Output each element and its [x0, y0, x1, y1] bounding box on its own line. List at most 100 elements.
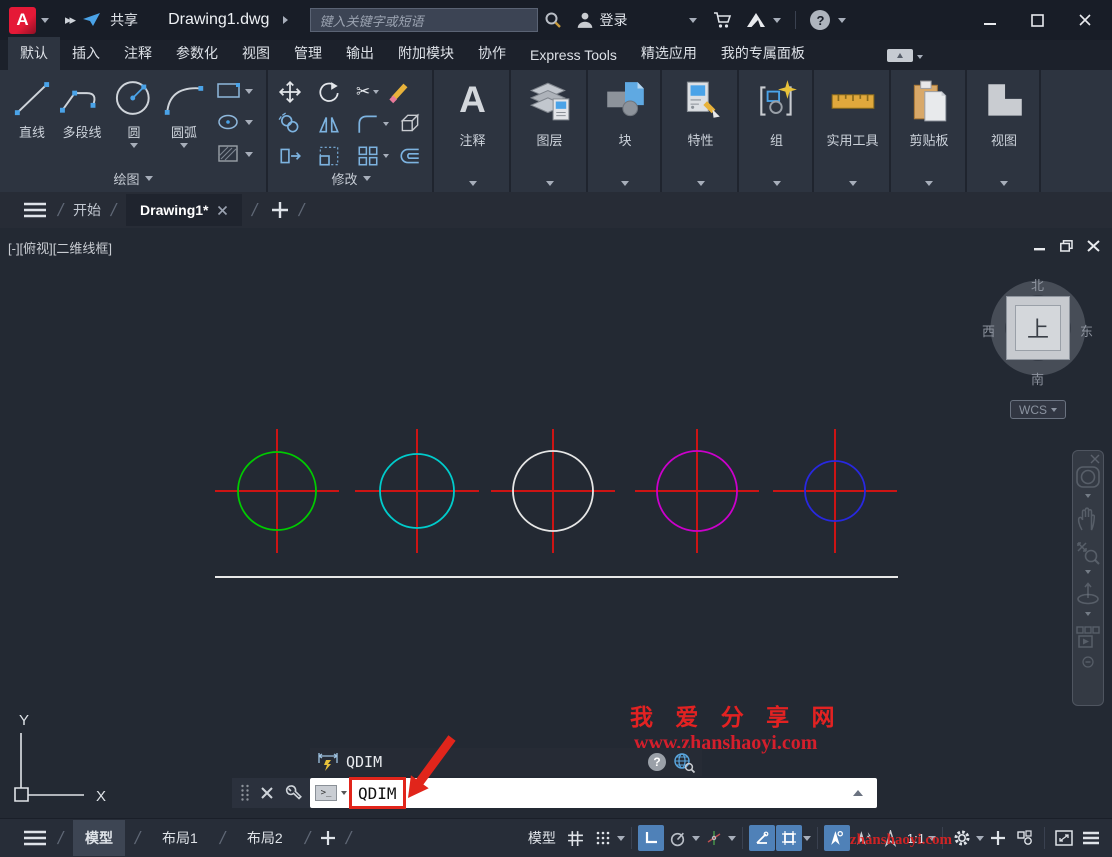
internet-search-icon[interactable] — [672, 751, 696, 773]
customize-wrench-icon[interactable] — [284, 784, 302, 802]
ellipse-button[interactable] — [216, 113, 253, 131]
tab-featured-apps[interactable]: 精选应用 — [629, 37, 709, 70]
line-button[interactable]: 直线 — [10, 76, 54, 141]
scale-button[interactable] — [317, 144, 341, 168]
offset-button[interactable] — [398, 144, 422, 168]
command-input-value[interactable]: QDIM — [352, 783, 403, 804]
tab-insert[interactable]: 插入 — [60, 37, 112, 70]
clean-screen-button[interactable] — [1051, 825, 1077, 851]
trim-dropdown-icon[interactable] — [373, 90, 380, 94]
viewcube-east[interactable]: 东 — [1080, 321, 1093, 340]
polar-tracking-button[interactable] — [665, 825, 691, 851]
tab-addins[interactable]: 附加模块 — [386, 37, 466, 70]
polar-dropdown-icon[interactable] — [691, 835, 700, 841]
fillet-dropdown-icon[interactable] — [383, 122, 389, 126]
fillet-button[interactable] — [356, 112, 380, 136]
tab-start[interactable]: 开始 — [73, 200, 101, 220]
share-plane-icon[interactable] — [82, 12, 102, 28]
file-tab-menu-icon[interactable] — [22, 201, 48, 219]
search-icon[interactable] — [544, 11, 562, 29]
object-snap-button[interactable] — [775, 825, 802, 851]
maximize-button[interactable] — [1031, 13, 1044, 27]
array-button[interactable] — [356, 144, 380, 168]
ribbon-collapse-button[interactable] — [886, 49, 913, 62]
zoom-dropdown-icon[interactable] — [1085, 570, 1091, 574]
tab-model[interactable]: 模型 — [73, 820, 126, 856]
help-button[interactable]: ? — [810, 10, 831, 30]
clipboard-dropdown-icon[interactable] — [925, 181, 933, 186]
command-suggestion-row[interactable]: QDIM ? — [310, 748, 702, 776]
erase-button[interactable] — [388, 80, 412, 104]
navwheel-dropdown-icon[interactable] — [1085, 494, 1091, 498]
panel-block[interactable]: 块 — [590, 70, 662, 192]
navigation-wheel-icon[interactable] — [1075, 464, 1101, 490]
grid-display-button[interactable] — [563, 825, 589, 851]
tab-parametric[interactable]: 参数化 — [164, 37, 230, 70]
zoom-icon[interactable] — [1075, 540, 1101, 566]
ortho-mode-button[interactable] — [637, 825, 664, 851]
arc-button[interactable]: 圆弧 — [160, 76, 208, 148]
customization-gear-button[interactable] — [949, 825, 975, 851]
ucs-icon[interactable] — [14, 733, 84, 802]
showmotion-icon[interactable] — [1075, 624, 1101, 650]
tab-close-icon[interactable] — [217, 205, 228, 216]
viewcube-south[interactable]: 南 — [1031, 369, 1044, 388]
tab-annotate[interactable]: 注释 — [112, 37, 164, 70]
orbit-dropdown-icon[interactable] — [1085, 612, 1091, 616]
autodesk-caret-icon[interactable] — [773, 17, 782, 23]
drawing-canvas[interactable]: [-][俯视][二维线框] YX 北 西 东 南 上 WCS 我 爱 分 享 网… — [0, 228, 1112, 818]
layers-dropdown-icon[interactable] — [545, 181, 554, 186]
autodesk-logo-icon[interactable] — [745, 11, 767, 29]
isodraft-button[interactable] — [701, 825, 727, 851]
app-store-cart-icon[interactable] — [713, 11, 733, 29]
panel-clipboard[interactable]: 剪贴板 — [893, 70, 967, 192]
commandline-grip[interactable] — [232, 778, 310, 808]
tab-layout2[interactable]: 布局2 — [235, 820, 295, 856]
app-menu-button[interactable]: A — [9, 6, 36, 34]
statusbar-menu-button[interactable] — [1078, 825, 1104, 851]
isodraft-dropdown-icon[interactable] — [727, 835, 736, 841]
command-history-expand-icon[interactable] — [853, 790, 863, 796]
circle-dropdown-icon[interactable] — [130, 143, 138, 148]
annotation-dropdown-icon[interactable] — [468, 181, 477, 186]
help-search-input[interactable]: 键入关键字或短语 — [310, 8, 539, 32]
panel-properties[interactable]: 特性 — [664, 70, 739, 192]
snap-mode-button[interactable] — [590, 825, 616, 851]
minimize-button[interactable] — [983, 14, 997, 26]
app-menu-caret-icon[interactable] — [41, 17, 49, 23]
recent-commands-caret-icon[interactable] — [341, 791, 347, 795]
model-space-button[interactable]: 模型 — [522, 825, 562, 851]
navbar-collapse-icon[interactable] — [1082, 656, 1094, 668]
properties-dropdown-icon[interactable] — [696, 181, 705, 186]
help-caret-icon[interactable] — [838, 17, 847, 23]
viewcube-top-face[interactable]: 上 — [1006, 296, 1070, 360]
new-tab-button[interactable] — [271, 201, 289, 219]
command-input-bar[interactable]: >_ QDIM — [310, 777, 877, 809]
draw-panel-title[interactable]: 绘图 — [0, 169, 266, 188]
snap-dropdown-icon[interactable] — [616, 835, 625, 841]
move-button[interactable] — [278, 80, 302, 104]
customize-plus-button[interactable] — [985, 825, 1011, 851]
rectangle-button[interactable] — [216, 82, 253, 100]
tab-default[interactable]: 默认 — [8, 37, 60, 70]
layout-menu-icon[interactable] — [22, 829, 48, 847]
copy-button[interactable] — [278, 112, 302, 136]
groups-dropdown-icon[interactable] — [772, 181, 781, 186]
wcs-button[interactable]: WCS — [1010, 400, 1066, 419]
panel-utilities[interactable]: 实用工具 — [816, 70, 891, 192]
circle-button[interactable]: 圆 — [112, 76, 156, 148]
osnap-dropdown-icon[interactable] — [802, 835, 811, 841]
new-layout-button[interactable] — [320, 830, 336, 846]
login-caret-icon[interactable] — [689, 17, 698, 23]
block-dropdown-icon[interactable] — [621, 181, 629, 186]
array-dropdown-icon[interactable] — [383, 154, 389, 158]
commandline-close-icon[interactable] — [260, 786, 274, 800]
panel-view[interactable]: 视图 — [969, 70, 1041, 192]
modify-panel-title[interactable]: 修改 — [270, 169, 432, 188]
arc-dropdown-icon[interactable] — [180, 143, 188, 148]
annotation-visibility-button[interactable] — [823, 825, 850, 851]
tab-drawing1[interactable]: Drawing1* — [126, 194, 242, 226]
qat-expand-icon[interactable]: ▸▸ — [65, 12, 76, 28]
viewcube-west[interactable]: 西 — [982, 321, 995, 340]
tab-layout1[interactable]: 布局1 — [150, 820, 210, 856]
